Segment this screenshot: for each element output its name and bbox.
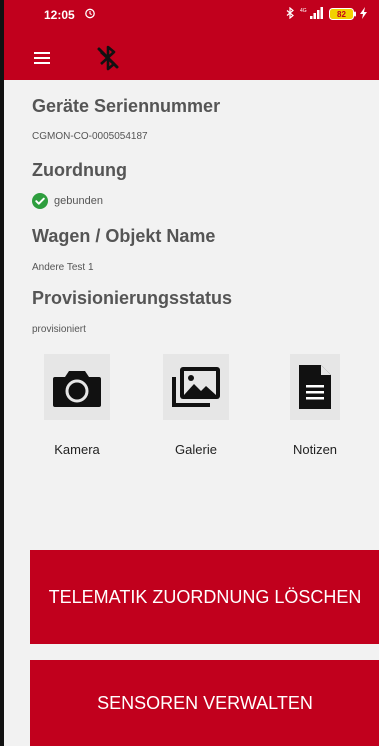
notes-icon [299,365,331,409]
serial-label: Geräte Seriennummer [32,96,221,116]
vehicle-label: Wagen / Objekt Name [32,226,216,246]
assignment-label: Zuordnung [32,160,127,180]
camera-icon [53,371,101,407]
assignment-value: gebunden [54,195,103,207]
check-circle-icon [32,193,48,209]
action-tiles: Kamera Galerie Notizen [44,354,365,464]
camera-tile-box[interactable] [44,354,110,420]
provisioning-label: Provisionierungsstatus [32,288,233,308]
status-time: 12:05 [44,8,75,22]
menu-icon[interactable] [34,50,54,66]
bluetooth-status-icon [286,7,294,19]
battery-icon: 82 [329,7,357,20]
alarm-icon [85,8,95,19]
signal-icon: 4G [300,7,323,19]
status-bar: 12:05 4G 82 [4,0,379,36]
provisioning-value: provisioniert [32,324,86,335]
gallery-tile-box[interactable] [163,354,229,420]
bluetooth-disabled-icon[interactable] [92,42,124,74]
camera-tile[interactable]: Kamera [32,354,122,464]
manage-sensors-button[interactable]: SENSOREN VERWALTEN [30,660,379,746]
camera-label: Kamera [54,442,100,457]
gallery-label: Galerie [175,442,217,457]
delete-assignment-button[interactable]: TELEMATIK ZUORDNUNG LÖSCHEN [30,550,379,644]
vehicle-value: Andere Test 1 [32,262,94,273]
gallery-icon [172,367,220,407]
notes-label: Notizen [292,442,338,457]
screen: 12:05 4G 82 Geräte Seriennummer CGMON-CO… [0,0,383,746]
notes-tile-box[interactable] [290,354,340,420]
serial-value: CGMON-CO-0005054187 [32,131,148,142]
notes-tile[interactable]: Notizen [270,354,360,464]
battery-level: 82 [337,10,346,19]
assignment-status: gebunden [32,193,103,209]
app: 12:05 4G 82 Geräte Seriennummer CGMON-CO… [4,0,379,746]
svg-text:4G: 4G [300,8,307,14]
gallery-tile[interactable]: Galerie [151,354,241,464]
app-toolbar [4,36,379,80]
charging-icon [360,7,367,19]
